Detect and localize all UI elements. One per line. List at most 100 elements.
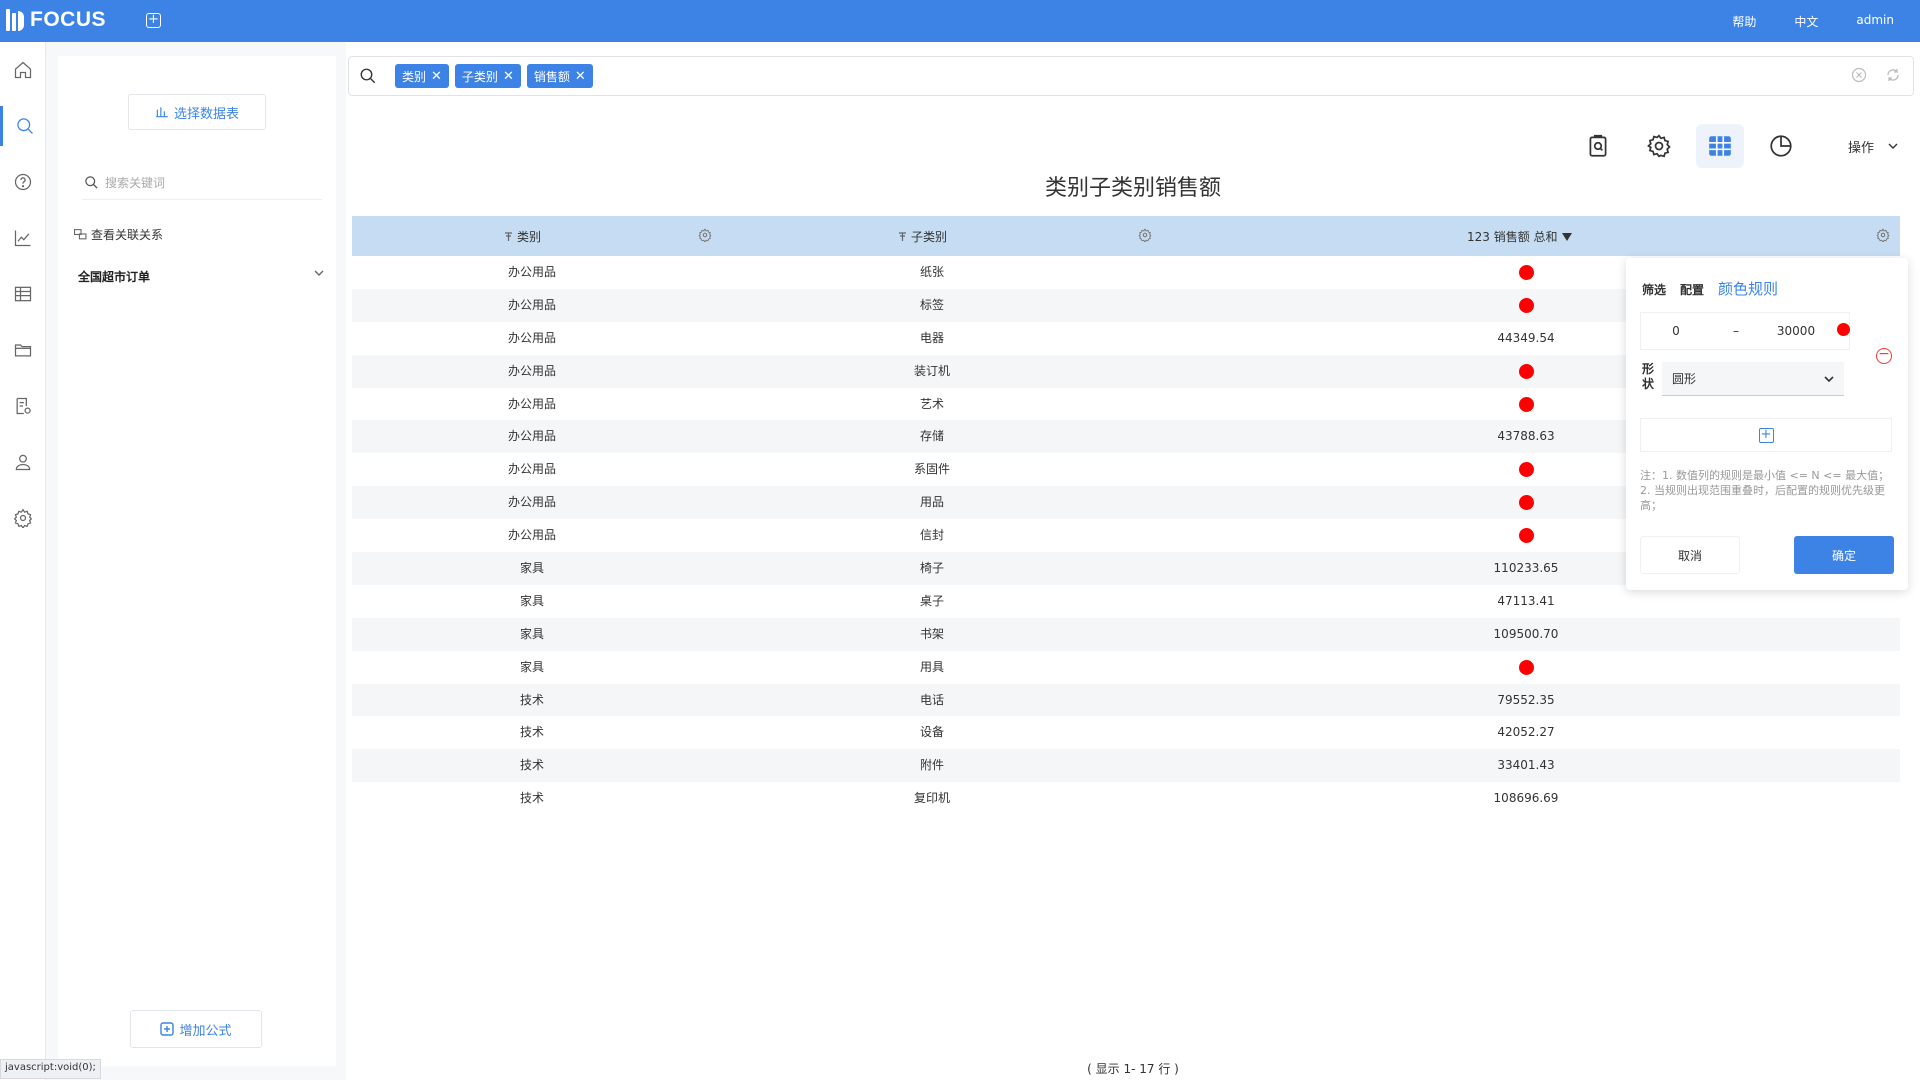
close-icon[interactable]: ✕ [503,69,514,84]
cell-subcategory: 复印机 [913,791,950,806]
cell-category: 办公用品 [507,429,556,444]
rule-note: 注：1. 数值列的规则是最小值 <= N <= 最大值；2. 当规则出现范围重叠… [1640,469,1890,512]
cell-subcategory: 用具 [919,659,944,674]
cell-subcategory: 艺术 [919,396,944,411]
add-formula-button[interactable]: 增加公式 [130,1010,262,1048]
clear-icon[interactable] [1851,67,1867,83]
left-nav [0,42,46,1080]
keyword-search-placeholder: 搜索关键词 [105,176,166,190]
cell-category: 办公用品 [507,265,556,279]
operations-menu[interactable]: 操作 [1848,137,1900,156]
refresh-icon[interactable] [1885,67,1901,83]
range-min-input[interactable]: 0 [1641,324,1711,338]
range-row: 0 – 30000 [1640,312,1850,350]
nav-report-settings-icon[interactable] [0,386,46,426]
table-view-icon[interactable] [1695,124,1744,168]
cell-subcategory: 信封 [919,528,944,543]
header-sales[interactable]: 123 销售额 总和 [1467,228,1572,245]
view-relations-link[interactable]: 查看关联关系 [74,226,163,243]
cell-subcategory: 书架 [919,626,944,641]
cancel-button[interactable]: 取消 [1640,536,1740,574]
nav-gear-icon[interactable] [0,498,46,538]
remove-rule-icon[interactable]: − [1876,347,1892,364]
nav-folder-icon[interactable] [0,330,46,370]
add-tab-icon[interactable]: + [146,13,161,28]
nav-help-icon[interactable] [0,162,46,202]
column-gear-icon[interactable] [698,228,712,242]
table-title: 类别子类别销售额 [1044,176,1221,201]
close-icon[interactable]: ✕ [431,69,442,84]
data-source-item[interactable]: 全国超市订单 [78,268,324,285]
rule-color-swatch[interactable] [1837,323,1850,336]
cell-subcategory: 用品 [919,495,944,510]
tab-color-rule[interactable]: 颜色规则 [1718,278,1778,299]
nav-search-icon[interactable] [0,106,46,146]
cell-subcategory: 设备 [919,725,944,740]
search-chip-category[interactable]: 类别 ✕ [395,64,449,88]
search-bar-actions [1851,67,1901,83]
user-menu[interactable]: admin [1856,13,1894,30]
cell-category: 办公用品 [507,495,556,510]
nav-chart-board-icon[interactable] [0,218,46,258]
help-link[interactable]: 帮助 [1732,13,1756,30]
search-chip-sales[interactable]: 销售额 ✕ [526,64,593,88]
search-chip-subcategory[interactable]: 子类别 ✕ [454,64,521,88]
bar-chart-icon [156,107,168,118]
table-row: 技术 电话 79552.35 [352,683,1900,717]
header-category[interactable]: 类别 [504,228,541,245]
plus-icon: + [1758,427,1774,443]
table-row: 家具 书架 109500.70 [352,617,1900,651]
header-subcategory[interactable]: 子类别 [898,228,947,245]
keyword-search-input[interactable]: 搜索关键词 [82,166,322,200]
plus-square-icon [160,1022,175,1036]
column-gear-icon[interactable] [1876,228,1890,242]
shape-label: 形状 [1642,362,1655,391]
chip-label: 销售额 [533,69,570,84]
nav-table-icon[interactable] [0,274,46,314]
search-bar[interactable]: 类别 ✕ 子类别 ✕ 销售额 ✕ [348,56,1914,96]
cell-subcategory: 桌子 [919,593,944,608]
chevron-down-icon [1824,375,1834,382]
table-row: 技术 设备 42052.27 [352,716,1900,749]
nav-home-icon[interactable] [0,50,46,90]
clipboard-icon[interactable] [1574,124,1622,168]
table-header: 类别 子类别 123 销售额 总和 [352,216,1900,256]
search-icon [85,176,98,189]
cell-sales: 109500.70 [1493,626,1559,641]
cell-category: 家具 [519,593,544,608]
cell-category: 技术 [519,791,544,806]
language-link[interactable]: 中文 [1794,13,1818,30]
logo[interactable]: FOCUS [6,8,106,32]
cell-sales: 33401.43 [1497,758,1555,773]
sort-desc-icon[interactable] [1561,232,1572,241]
close-icon[interactable]: ✕ [575,69,586,84]
search-icon [360,68,376,84]
cell-category: 家具 [519,659,544,674]
cell-category: 家具 [519,626,544,641]
pie-chart-icon[interactable] [1757,124,1805,168]
data-source-name: 全国超市订单 [78,270,151,284]
cell-category: 技术 [519,692,544,707]
cell-category: 办公用品 [507,396,556,411]
confirm-button[interactable]: 确定 [1794,536,1894,574]
cell-category: 办公用品 [507,462,556,477]
range-max-input[interactable]: 30000 [1761,324,1831,338]
shape-select[interactable]: 圆形 [1662,362,1844,396]
select-table-button[interactable]: 选择数据表 [128,94,266,130]
add-formula-label: 增加公式 [179,1023,232,1039]
header-category-label: 类别 [517,230,542,244]
cell-subcategory: 标签 [919,297,944,312]
cell-subcategory: 装订机 [913,363,950,378]
add-rule-button[interactable]: + [1640,418,1892,452]
select-table-label: 选择数据表 [173,106,239,122]
tab-filter[interactable]: 筛选 [1642,281,1666,298]
cell-sales: 42052.27 [1497,725,1555,740]
status-bar-url: javascript:void(0); [0,1059,101,1079]
relation-icon [74,229,87,240]
column-gear-icon[interactable] [1138,228,1152,242]
settings-gear-icon[interactable] [1635,124,1683,168]
cell-subcategory: 附件 [919,758,944,773]
cell-subcategory: 椅子 [919,561,944,576]
nav-user-icon[interactable] [0,442,46,482]
tab-config[interactable]: 配置 [1680,281,1704,298]
